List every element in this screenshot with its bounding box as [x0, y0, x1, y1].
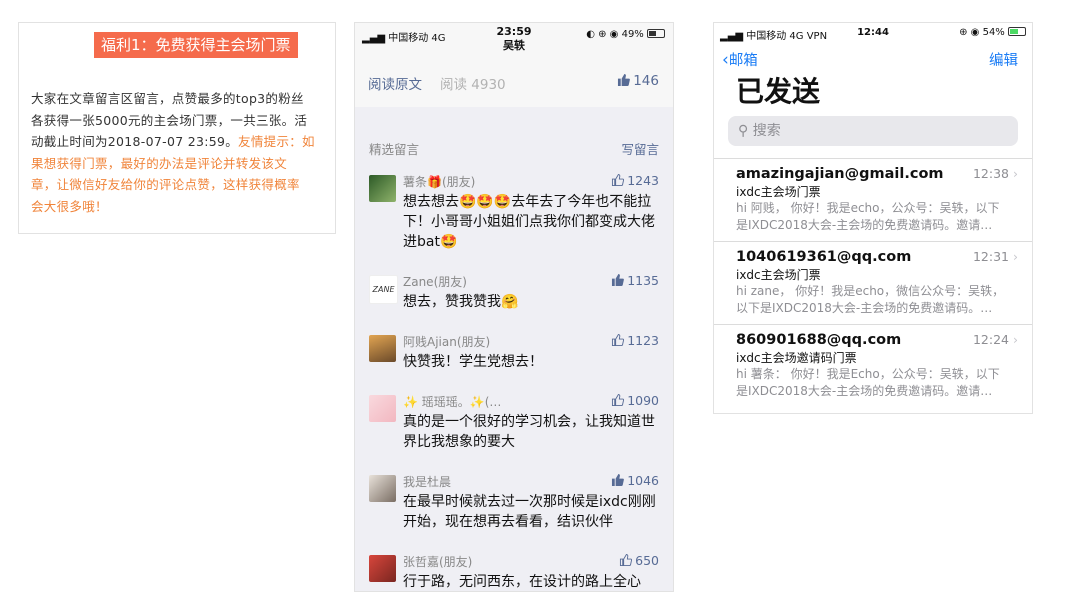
- alarm-icon: ◐ ⊕ ◉: [586, 29, 622, 40]
- thumb-up-outline-icon: [612, 174, 625, 186]
- status-right: ⊕ ◉ 54%: [959, 27, 1026, 38]
- promo-tip-line: 章，让微信好友给你的评论点赞，这样获得概率: [31, 177, 300, 192]
- avatar[interactable]: [369, 335, 396, 362]
- promo-line: 大家在文章留言区留言，点赞最多的top3的粉丝: [31, 91, 304, 106]
- mail-preview: hi 阿贱， 你好！我是echo，公众号：吴轶，以下: [736, 201, 1000, 215]
- avatar[interactable]: ZANE: [369, 275, 398, 304]
- comments-header: 精选留言 写留言: [355, 131, 673, 173]
- search-icon: ⚲: [738, 123, 753, 139]
- mail-subject: ixdc主会场门票: [736, 185, 821, 199]
- comment-item: 张哲嘉(朋友) 650 行于路，无问西东，在设计的路上全心: [355, 553, 673, 591]
- comment-like-button[interactable]: 1090: [611, 393, 659, 408]
- battery-icon: [647, 29, 665, 38]
- comment-like-button[interactable]: 650: [619, 553, 659, 568]
- comment-item: 我是杜晨 1046 在最早时候就去过一次那时候是ixdc刚刚开始，现在想再去看看…: [355, 473, 673, 532]
- mail-preview: hi zane， 你好！我是echo，微信公众号：吴轶，: [736, 284, 1005, 298]
- comment-item: ZANE Zane(朋友) 1135 想去，赞我赞我🤗: [355, 273, 673, 312]
- avatar[interactable]: [369, 555, 396, 582]
- comment-text: 在最早时候就去过一次那时候是ixdc刚刚开始，现在想再去看看，结识伙伴: [403, 494, 656, 530]
- promo-line: 动截止时间为2018-07-07 23:59。友情提示：如: [31, 131, 327, 153]
- thumb-up-filled-icon: [612, 274, 625, 286]
- avatar[interactable]: [369, 395, 396, 422]
- mail-list-item[interactable]: 860901688@qq.com 12:24 › ixdc主会场邀请码门票 hi…: [714, 324, 1032, 407]
- chevron-right-icon: ›: [1013, 332, 1018, 347]
- read-original-link[interactable]: 阅读原文: [368, 73, 422, 93]
- comment-item: ✨ 瑶瑶瑶。✨(… 1090 真的是一个很好的学习机会，让我知道世界比我想象的要…: [355, 393, 673, 452]
- mail-time: 12:38 ›: [972, 166, 1018, 181]
- promo-body: 大家在文章留言区留言，点赞最多的top3的粉丝 各获得一张5000元的主会场门票…: [31, 88, 327, 217]
- read-count: 阅读 4930: [440, 77, 506, 93]
- mail-sent-screen: ▂▄▆ 中国移动 4G VPN 12:44 ⊕ ◉ 54% ‹邮箱 编辑 已发送…: [713, 22, 1033, 414]
- promo-title: 福利1：免费获得主会场门票: [94, 32, 298, 58]
- promo-tip-line: 会大很多哦！: [31, 198, 108, 214]
- comment-like-button[interactable]: 1135: [611, 273, 659, 288]
- wechat-comments-screen: ▂▄▆ 中国移动 4G 23:59 吴轶 ◐ ⊕ ◉ 49% 阅读原文 阅读 4…: [354, 22, 674, 592]
- thumb-up-outline-icon: [612, 394, 625, 406]
- avatar[interactable]: [369, 475, 396, 502]
- comment-like-button[interactable]: 1243: [611, 173, 659, 188]
- battery-icon: [1008, 27, 1026, 36]
- comment-text: 想去想去🤩🤩🤩去年去了今年也不能拉下！小哥哥小姐姐们点我你们都变成大佬进bat🤩: [403, 194, 655, 250]
- alarm-icon: ⊕ ◉: [959, 27, 983, 38]
- back-button[interactable]: ‹邮箱: [722, 49, 758, 70]
- comment-like-button[interactable]: 1046: [611, 473, 659, 488]
- status-bar: ▂▄▆ 中国移动 4G 23:59 吴轶 ◐ ⊕ ◉ 49%: [355, 23, 673, 57]
- mail-subject: ixdc主会场门票: [736, 268, 821, 282]
- comment-text: 快赞我！学生党想去！: [403, 354, 543, 370]
- status-contact: 吴轶: [503, 39, 525, 52]
- comment-text: 真的是一个很好的学习机会，让我知道世界比我想象的要大: [403, 414, 655, 450]
- mail-preview: 是IXDC2018大会-主会场的免费邀请码。邀请…: [736, 218, 993, 232]
- status-bar: ▂▄▆ 中国移动 4G VPN 12:44 ⊕ ◉ 54%: [714, 23, 1032, 45]
- mail-nav-bar: ‹邮箱 编辑: [714, 45, 1032, 70]
- comment-item: 薯条🎁(朋友) 1243 想去想去🤩🤩🤩去年去了今年也不能拉下！小哥哥小姐姐们点…: [355, 173, 673, 252]
- featured-comments-label: 精选留言: [369, 142, 420, 157]
- comment-text: 行于路，无问西东，在设计的路上全心: [403, 574, 641, 590]
- promo-card: 福利1：免费获得主会场门票 大家在文章留言区留言，点赞最多的top3的粉丝 各获…: [18, 22, 336, 234]
- page-title: 已发送: [736, 75, 821, 108]
- edit-button[interactable]: 编辑: [989, 49, 1018, 70]
- mail-time: 12:24 ›: [972, 332, 1018, 347]
- write-comment-button[interactable]: 写留言: [621, 139, 659, 158]
- thumb-up-outline-icon: [612, 334, 625, 346]
- mail-time: 12:31 ›: [972, 249, 1018, 264]
- comment-item: 阿贱Ajian(朋友) 1123 快赞我！学生党想去！: [355, 333, 673, 372]
- article-like-button[interactable]: 146: [617, 73, 659, 89]
- comment-text: 想去，赞我赞我🤗: [403, 294, 519, 310]
- mail-preview: hi 薯条： 你好！我是Echo，公众号：吴轶，以下: [736, 367, 1000, 381]
- chevron-right-icon: ›: [1013, 249, 1018, 264]
- comment-like-button[interactable]: 1123: [611, 333, 659, 348]
- avatar[interactable]: [369, 175, 396, 202]
- promo-tip: 友情提示：如: [238, 134, 315, 149]
- read-bar: 阅读原文 阅读 4930 146: [355, 57, 673, 107]
- mail-list-item[interactable]: amazingajian@gmail.com 12:38 › ixdc主会场门票…: [714, 158, 1032, 241]
- promo-deadline: 动截止时间为2018-07-07 23:59。: [31, 134, 239, 149]
- chevron-right-icon: ›: [1013, 166, 1018, 181]
- mail-subject: ixdc主会场邀请码门票: [736, 351, 857, 365]
- mail-preview: 以下是IXDC2018大会-主会场的免费邀请码。…: [736, 301, 993, 315]
- comment-list: 薯条🎁(朋友) 1243 想去想去🤩🤩🤩去年去了今年也不能拉下！小哥哥小姐姐们点…: [355, 173, 673, 591]
- search-input[interactable]: ⚲ 搜索: [728, 116, 1018, 146]
- promo-line: 各获得一张5000元的主会场门票，一共三张。活: [31, 112, 308, 128]
- promo-tip-line: 果想获得门票，最好的办法是评论并转发该文: [31, 155, 288, 171]
- mail-preview: 是IXDC2018大会-主会场的免费邀请码。邀请…: [736, 384, 993, 398]
- thumb-up-filled-icon: [612, 474, 625, 486]
- thumb-up-filled-icon: [618, 74, 631, 86]
- thumb-up-outline-icon: [620, 554, 633, 566]
- mail-list-item[interactable]: 1040619361@qq.com 12:31 › ixdc主会场门票 hi z…: [714, 241, 1032, 324]
- status-right: ◐ ⊕ ◉ 49%: [586, 29, 665, 40]
- chevron-left-icon: ‹: [722, 50, 729, 70]
